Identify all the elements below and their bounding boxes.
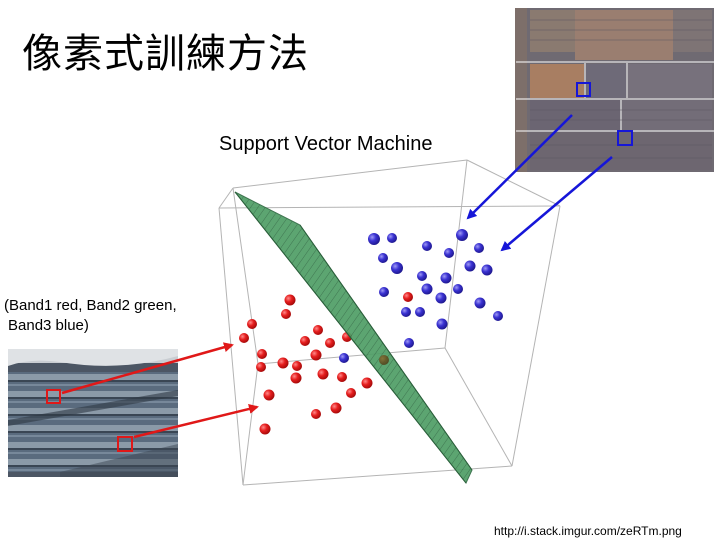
blue-class-points xyxy=(368,229,503,348)
blue-point xyxy=(421,283,433,295)
blue-point xyxy=(464,260,476,272)
red-point xyxy=(310,349,322,361)
blue-point xyxy=(474,297,486,309)
svm-diagram xyxy=(8,8,714,486)
blue-point xyxy=(422,241,432,251)
red-point xyxy=(257,349,267,359)
blue-point xyxy=(379,287,389,297)
blue-point xyxy=(339,353,349,363)
red-point xyxy=(330,402,342,414)
blue-point xyxy=(368,233,380,245)
red-point xyxy=(403,292,413,302)
red-point xyxy=(259,423,271,435)
blue-point xyxy=(493,311,503,321)
red-point xyxy=(361,377,373,389)
red-point xyxy=(290,372,302,384)
blue-point xyxy=(474,243,484,253)
blue-point xyxy=(440,272,452,284)
red-point xyxy=(311,409,321,419)
red-point xyxy=(256,362,266,372)
red-point xyxy=(317,368,329,380)
red-point xyxy=(292,361,302,371)
red-point xyxy=(247,319,257,329)
blue-point xyxy=(391,262,403,274)
blue-point xyxy=(444,248,454,258)
blue-point xyxy=(378,253,388,263)
dark-point xyxy=(379,355,389,365)
blue-point xyxy=(481,264,493,276)
blue-point xyxy=(417,271,427,281)
blue-point xyxy=(401,307,411,317)
red-point xyxy=(239,333,249,343)
blue-point xyxy=(404,338,414,348)
aerial-image-farmland xyxy=(515,8,714,172)
red-point xyxy=(337,372,347,382)
red-point xyxy=(346,388,356,398)
blue-point xyxy=(415,307,425,317)
red-point xyxy=(277,357,289,369)
red-point xyxy=(284,294,296,306)
blue-point xyxy=(436,318,448,330)
cube-wireframe xyxy=(218,159,561,486)
red-point xyxy=(300,336,310,346)
red-point xyxy=(325,338,335,348)
blue-point xyxy=(456,229,468,241)
red-point xyxy=(281,309,291,319)
svm-hyperplane xyxy=(234,191,473,484)
blue-point xyxy=(453,284,463,294)
red-point xyxy=(263,389,275,401)
blue-point xyxy=(435,292,447,304)
red-point xyxy=(313,325,323,335)
blue-point xyxy=(387,233,397,243)
